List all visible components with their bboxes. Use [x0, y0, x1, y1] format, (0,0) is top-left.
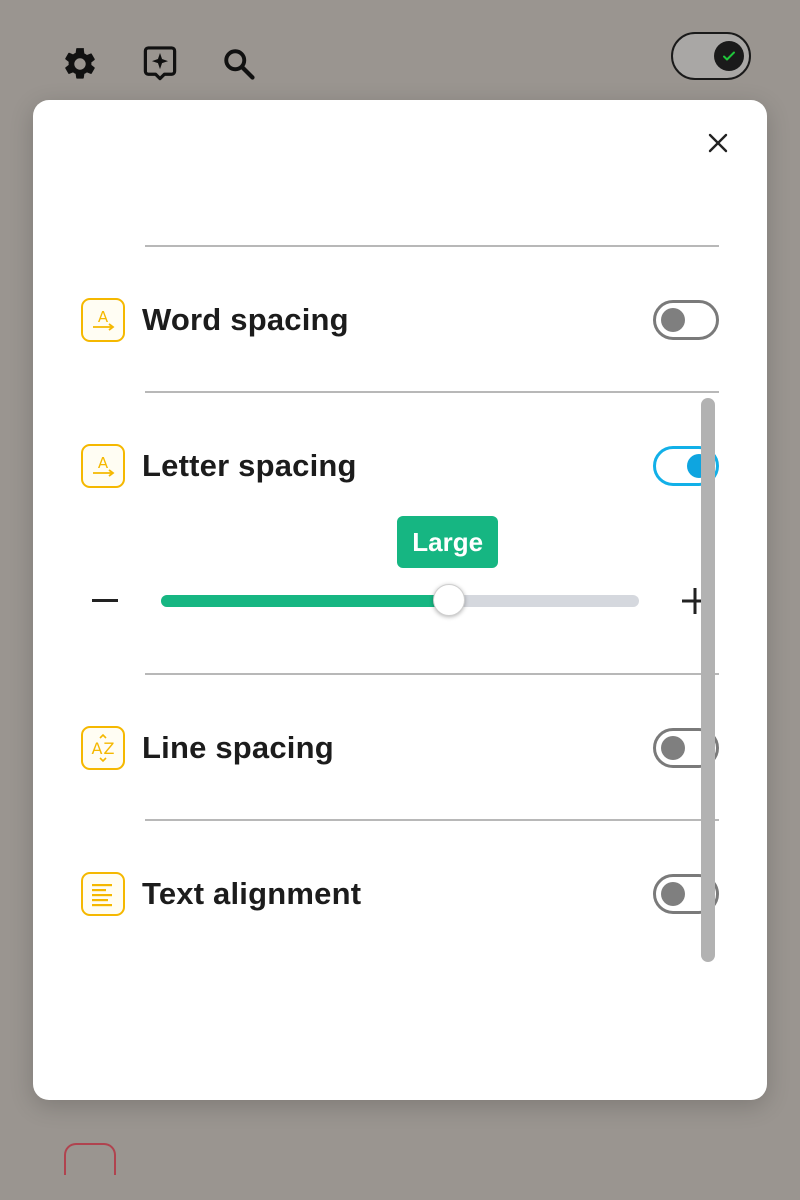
svg-text:A: A [92, 739, 103, 758]
feature-label-word-spacing: Word spacing [142, 302, 349, 337]
text-spacing-icon: A [81, 298, 125, 342]
slider-fill [161, 595, 448, 607]
slider-value-tooltip: Large [397, 516, 499, 568]
feature-label-line-spacing: Line spacing [142, 730, 334, 765]
toggle-knob [661, 308, 685, 332]
check-icon [714, 41, 744, 71]
gear-icon[interactable] [60, 44, 100, 84]
svg-text:A: A [98, 454, 109, 472]
slider-thumb[interactable] [432, 584, 465, 616]
search-icon[interactable] [219, 44, 259, 84]
svg-text:A: A [98, 308, 109, 326]
divider [145, 391, 719, 393]
toggle-knob [661, 736, 685, 760]
feature-label-text-alignment: Text alignment [142, 876, 362, 911]
divider [145, 245, 719, 247]
accessibility-modal: A Word spacing A Letter spacing Large A … [33, 100, 767, 1100]
letter-spacing-slider[interactable] [161, 584, 639, 616]
text-align-icon [81, 872, 125, 916]
divider [145, 673, 719, 675]
minus-icon[interactable] [85, 581, 125, 621]
ai-sparkle-icon[interactable] [140, 44, 180, 84]
main-toggle[interactable] [671, 32, 751, 80]
text-spacing-icon: A [81, 444, 125, 488]
svg-text:Z: Z [104, 739, 115, 758]
background-element [64, 1143, 116, 1175]
close-icon[interactable] [700, 125, 736, 161]
divider [145, 819, 719, 821]
toggle-knob [661, 882, 685, 906]
line-height-icon: A Z [81, 726, 125, 770]
feature-label-letter-spacing: Letter spacing [142, 448, 357, 483]
scrollbar[interactable] [701, 398, 715, 962]
word-spacing-toggle[interactable] [653, 300, 719, 340]
